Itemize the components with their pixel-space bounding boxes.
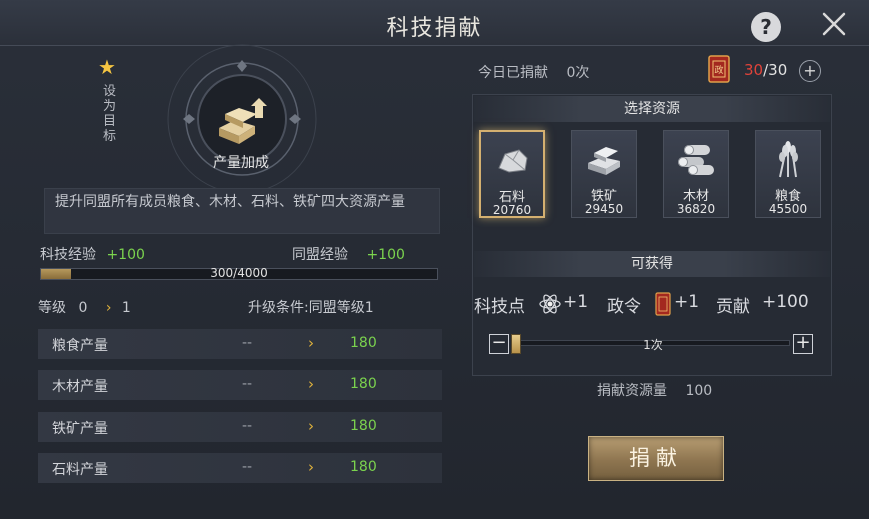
add-decree-button[interactable]: + [799,60,821,82]
stat-current: -- [242,376,253,392]
donate-button[interactable]: 捐献 [588,436,724,481]
resource-value: 45500 [768,202,808,216]
gain-label: 贡献 [716,297,750,317]
gain-decree: 政令 [607,292,641,317]
resource-value: 20760 [492,203,532,217]
page-title: 科技捐献 [386,16,483,41]
level-label: 等级 [38,300,66,316]
stat-name: 粮食产量 [52,338,108,354]
alliance-exp: 同盟经验 +100 [292,244,405,264]
resource-card-wood[interactable]: 木材 36820 [663,130,729,218]
gain-label: 政令 [607,297,641,317]
question-icon[interactable]: ? [751,12,781,42]
stat-next: 180 [350,418,377,434]
star-icon[interactable]: ★ [98,55,116,79]
gain-value: +1 [563,292,589,312]
resource-value: 36820 [676,202,716,216]
stat-row: 铁矿产量 -- › 180 [38,412,442,442]
slider-handle[interactable] [511,334,521,354]
decree-max: /30 [763,61,788,79]
stat-current: -- [242,459,253,475]
stat-next: 180 [350,376,377,392]
close-icon[interactable] [818,8,850,40]
alliance-exp-label: 同盟经验 [292,247,348,263]
arrow-right-icon: › [308,417,314,435]
stat-row: 石料产量 -- › 180 [38,453,442,483]
iron-ingot-icon [588,147,620,175]
decrease-button[interactable]: − [489,334,509,354]
arrow-right-icon: › [308,334,314,352]
stat-name: 石料产量 [52,462,108,478]
tech-name: 产量加成 [213,155,269,171]
resource-card-iron[interactable]: 铁矿 29450 [571,130,637,218]
today-value: 0次 [566,65,590,81]
stone-icon [498,149,528,173]
today-label: 今日已捐献 [478,65,548,81]
resource-card-stone[interactable]: 石料 20760 [479,130,545,218]
level-next: 1 [121,300,131,316]
level-current: 0 [78,300,88,316]
gain-contribution: 贡献 [716,292,750,317]
stat-current: -- [242,335,253,351]
wheat-icon [779,141,798,178]
donate-amount-value: 100 [685,383,713,399]
tech-exp-label: 科技经验 [40,247,96,263]
decree-token-icon: 政 [708,55,730,83]
select-resource-header: 选择资源 [474,96,830,122]
resource-card-grain[interactable]: 粮食 45500 [755,130,821,218]
tech-point-icon [539,294,561,314]
decree-token-icon [655,292,671,316]
tech-emblem [167,44,317,194]
gain-value: +100 [762,292,809,312]
tech-description: 提升同盟所有成员粮食、木材、石料、铁矿四大资源产量 [44,188,440,234]
gain-label: 科技点 [474,297,525,317]
increase-button[interactable]: + [793,334,813,354]
wood-logs-icon [678,145,714,175]
donate-amount: 捐献资源量 100 [597,380,712,400]
stat-name: 木材产量 [52,379,108,395]
resource-value: 29450 [584,202,624,216]
stat-current: -- [242,418,253,434]
tech-exp: 科技经验 +100 [40,244,145,264]
level-row: 等级 0 › 1 [38,297,131,317]
donate-amount-label: 捐献资源量 [597,383,667,399]
svg-text:政: 政 [714,64,723,76]
stat-name: 铁矿产量 [52,421,108,437]
today-donated: 今日已捐献 0次 [478,62,589,82]
stat-row: 木材产量 -- › 180 [38,370,442,400]
set-target-label[interactable]: 设为目标 [103,84,117,144]
stat-next: 180 [350,459,377,475]
stat-row: 粮食产量 -- › 180 [38,329,442,359]
stat-next: 180 [350,335,377,351]
gain-value: +1 [674,292,700,312]
arrow-right-icon: › [308,375,314,393]
arrow-right-icon: › [308,458,314,476]
alliance-exp-value: +100 [366,247,405,263]
exp-progress-text: 300/4000 [210,266,268,280]
gain-header: 可获得 [474,251,830,277]
decree-remaining: 30 [744,61,764,79]
gain-tech-point: 科技点 [474,292,525,317]
tech-exp-value: +100 [106,247,145,263]
slider-value: 1次 [643,338,663,352]
decree-count: 30/30 [744,61,787,79]
upgrade-condition: 升级条件:同盟等级1 [248,300,374,316]
arrow-right-icon: › [105,300,112,316]
